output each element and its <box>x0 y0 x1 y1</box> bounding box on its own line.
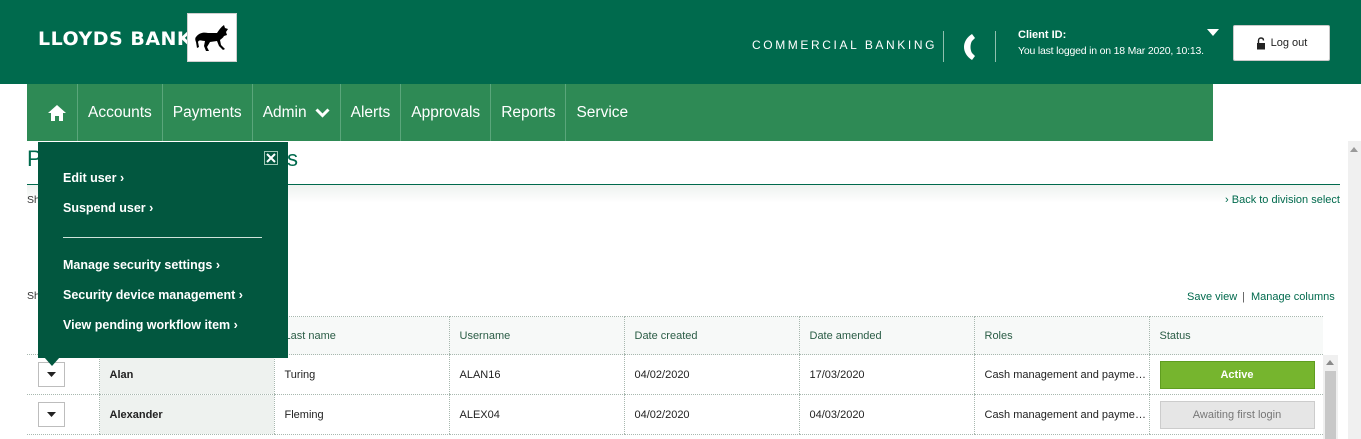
cell-last-name: Fleming <box>273 394 449 435</box>
cell-first-name: Alan <box>98 354 274 395</box>
back-to-division-link[interactable]: › Back to division select <box>1225 194 1340 206</box>
phone-svg <box>964 34 975 60</box>
row-options-button[interactable] <box>38 402 65 427</box>
nav-label: Approvals <box>411 103 481 121</box>
home-icon[interactable] <box>37 84 77 141</box>
menu-divider <box>63 237 262 238</box>
top-header: LLOYDS BANK COMMERCIAL BANKING Client ID… <box>0 0 1361 84</box>
chevron-right-icon: › <box>149 201 154 215</box>
cell-username: ALAN16 <box>448 354 624 395</box>
menu-item-label: Security device management <box>63 288 236 302</box>
menu-item-label: Manage security settings <box>63 258 213 272</box>
commercial-banking-label: COMMERCIAL BANKING <box>752 38 938 52</box>
header-divider <box>995 31 996 62</box>
menu-item-manage-security-settings[interactable]: Manage security settings › <box>63 258 220 272</box>
back-link-label: Back to division select <box>1231 194 1340 206</box>
scroll-thumb[interactable] <box>1325 371 1336 439</box>
menu-item-label: View pending workflow item <box>63 318 231 332</box>
header-divider <box>943 31 944 62</box>
manage-columns-link[interactable]: Manage columns <box>1251 291 1335 303</box>
caret-down-icon <box>47 372 56 377</box>
nav-service[interactable]: Service <box>565 84 638 141</box>
header-roles[interactable]: Roles <box>973 316 1149 355</box>
app-root: LLOYDS BANK COMMERCIAL BANKING Client ID… <box>0 0 1361 439</box>
cell-date-created: 04/02/2020 <box>623 354 799 395</box>
nav-label: Accounts <box>88 103 152 121</box>
nav-approvals[interactable]: Approvals <box>400 84 490 141</box>
last-login-text: You last logged in on 18 Mar 2020, 10:13… <box>1018 45 1204 57</box>
cell-date-created: 04/02/2020 <box>623 394 799 435</box>
chevron-right-icon: › <box>119 171 125 185</box>
chevron-right-icon: › <box>238 288 243 302</box>
nav-accounts[interactable]: Accounts <box>77 84 162 141</box>
menu-item-edit-user[interactable]: Edit user › <box>63 171 124 185</box>
cell-date-amended: 17/03/2020 <box>798 354 974 395</box>
menu-item-label: Suspend user <box>63 201 146 215</box>
chevron-right-icon: › <box>233 318 238 332</box>
close-icon[interactable] <box>264 151 278 165</box>
cell-roles: Cash management and payments <box>973 394 1149 435</box>
menu-item-label: Edit user <box>63 171 117 185</box>
cell-date-amended: 04/03/2020 <box>798 394 974 435</box>
header-username[interactable]: Username <box>448 316 624 355</box>
horse-logo-svg <box>195 24 228 51</box>
save-view-link[interactable]: Save view <box>1187 291 1237 303</box>
table-row[interactable]: Alan Turing ALAN16 04/02/2020 17/03/2020… <box>27 354 1323 395</box>
close-x-svg <box>266 153 276 163</box>
status-badge: Active <box>1159 360 1315 389</box>
client-info: Client ID: You last logged in on 18 Mar … <box>1018 27 1204 59</box>
row-toggle-cell <box>27 394 99 435</box>
nav-reports[interactable]: Reports <box>490 84 565 141</box>
padlock-icon <box>1256 36 1265 49</box>
row-toggle-cell <box>27 354 99 395</box>
header-date-amended[interactable]: Date amended <box>798 316 974 355</box>
header-status[interactable]: Status <box>1148 316 1323 355</box>
chevron-right-icon: › <box>215 258 221 272</box>
menu-item-view-pending-workflow[interactable]: View pending workflow item › <box>63 318 238 332</box>
client-dropdown-caret-icon[interactable] <box>1207 29 1219 36</box>
phone-icon[interactable] <box>960 32 978 67</box>
user-actions-popover: Edit user › Suspend user › Manage securi… <box>38 142 288 358</box>
nav-label: Admin <box>262 103 307 121</box>
popover-pointer <box>44 357 60 366</box>
page-scrollbar[interactable] <box>1348 141 1361 439</box>
cell-first-name: Alexander <box>98 394 274 435</box>
menu-item-suspend-user[interactable]: Suspend user › <box>63 201 153 215</box>
header-date-created[interactable]: Date created <box>623 316 799 355</box>
header-last-name[interactable]: Last name <box>273 316 449 355</box>
client-id-label: Client ID: <box>1018 29 1067 41</box>
home-svg <box>48 104 66 121</box>
status-badge: Awaiting first login <box>1159 400 1315 429</box>
cell-last-name: Turing <box>273 354 449 395</box>
nav-label: Payments <box>172 103 242 121</box>
nav-alerts[interactable]: Alerts <box>339 84 401 141</box>
nav-label: Service <box>576 103 629 121</box>
scroll-up-arrow-icon[interactable] <box>1326 360 1334 365</box>
brand-name: LLOYDS BANK <box>38 28 193 50</box>
scroll-up-arrow-icon[interactable] <box>1350 147 1358 152</box>
chevron-right-icon: › <box>1225 194 1229 206</box>
nav-admin[interactable]: Admin <box>251 84 340 141</box>
chevron-down-icon <box>315 107 330 118</box>
cell-status: Active <box>1148 354 1323 395</box>
main-nav: Accounts Payments Admin Alerts Approvals… <box>27 84 1213 141</box>
cell-status: Awaiting first login <box>1148 394 1323 435</box>
cell-roles: Cash management and payments <box>973 354 1149 395</box>
page-title-end: s <box>287 146 298 171</box>
nav-label: Alerts <box>350 103 391 121</box>
link-separator: | <box>1242 291 1245 303</box>
cell-username: ALEX04 <box>448 394 624 435</box>
caret-down-icon <box>47 412 56 417</box>
menu-item-security-device-management[interactable]: Security device management › <box>63 288 243 302</box>
nav-label: Reports <box>501 103 556 121</box>
logout-button[interactable]: Log out <box>1233 25 1330 61</box>
table-row[interactable]: Alexander Fleming ALEX04 04/02/2020 04/0… <box>27 394 1323 435</box>
table-scrollbar[interactable] <box>1323 355 1338 439</box>
horse-logo-icon[interactable] <box>187 13 237 62</box>
nav-payments[interactable]: Payments <box>161 84 252 141</box>
logout-label: Log out <box>1270 37 1308 49</box>
